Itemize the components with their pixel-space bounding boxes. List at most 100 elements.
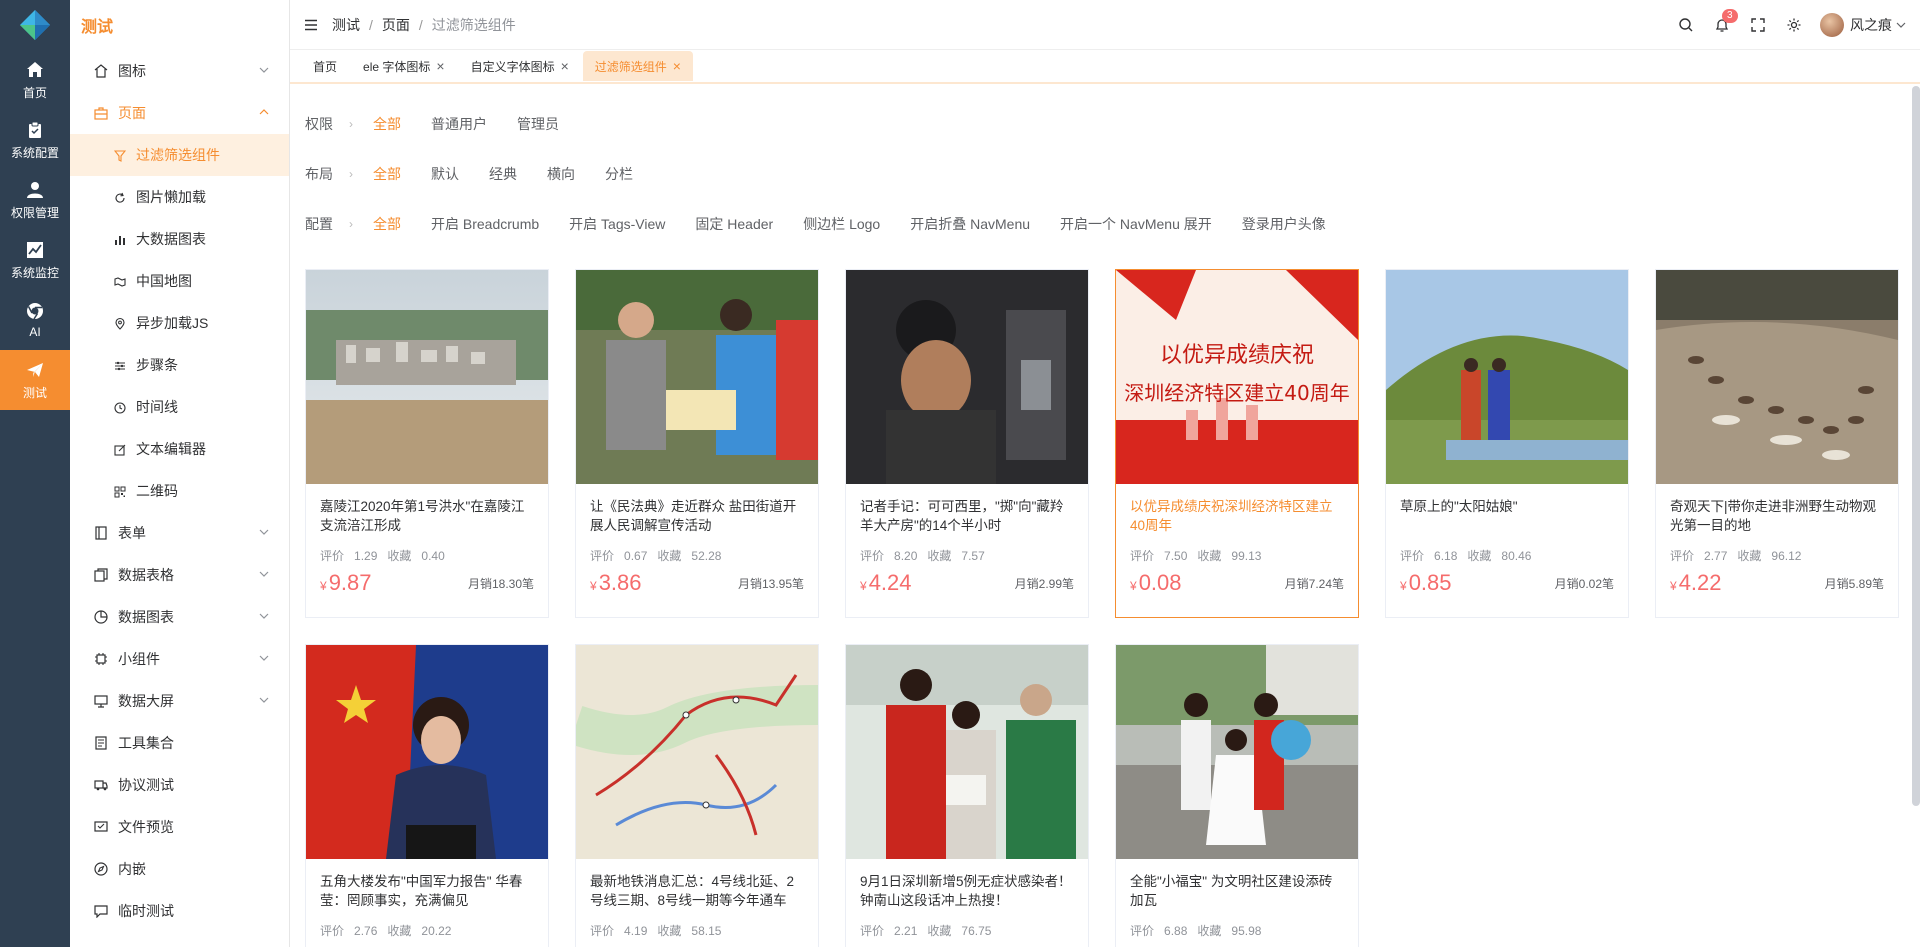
breadcrumb-item[interactable]: 测试 [332, 15, 360, 35]
filter-option[interactable]: 分栏 [605, 164, 633, 184]
menu-toggle-icon[interactable] [304, 18, 318, 32]
menu-item-lazy-image[interactable]: 图片懒加载 [70, 176, 289, 218]
rail-item-system-config[interactable]: 系统配置 [0, 110, 70, 170]
search-icon[interactable] [1678, 17, 1694, 33]
menu-item-label: 页面 [118, 105, 146, 121]
rating-label: 评价 [1400, 549, 1425, 563]
product-card[interactable]: 最新地铁消息汇总：4号线北延、2号线三期、8号线一期等今年通车 评价 4.19 收藏… [575, 644, 819, 947]
card-meta: 评价 0.67 收藏 52.28 [590, 547, 804, 564]
menu-item-pages[interactable]: 页面 [70, 92, 289, 134]
price: ¥0.08 [1130, 570, 1182, 596]
product-card[interactable]: 奇观天下|带你走进非洲野生动物观光第一目的地 评价 2.77 收藏 96.12 ¥4.… [1655, 269, 1899, 618]
filter-option[interactable]: 侧边栏 Logo [803, 214, 880, 234]
fullscreen-icon[interactable] [1750, 17, 1766, 33]
rail-item-monitor[interactable]: 系统监控 [0, 230, 70, 290]
menu-item-china-map[interactable]: 中国地图 [70, 260, 289, 302]
filter-option[interactable]: 开启一个 NavMenu 展开 [1060, 214, 1212, 234]
price: ¥4.22 [1670, 570, 1722, 596]
menu-item-embed[interactable]: 内嵌 [70, 848, 289, 890]
app-logo[interactable] [0, 0, 70, 50]
location-icon [114, 317, 126, 330]
filter-option[interactable]: 全部 [373, 114, 401, 134]
filter-option[interactable]: 默认 [431, 164, 459, 184]
chevron-down-icon [259, 571, 269, 577]
menu-item-form[interactable]: 表单 [70, 512, 289, 554]
price-value: 9.87 [328, 570, 372, 595]
menu-item-label: 过滤筛选组件 [136, 147, 220, 163]
menu-item-file-preview[interactable]: 文件预览 [70, 806, 289, 848]
menu-item-temp-test[interactable]: 临时测试 [70, 890, 289, 932]
menu-item-data-table[interactable]: 数据表格 [70, 554, 289, 596]
product-card[interactable]: 记者手记：可可西里，"掷"向"藏羚羊大产房"的14个半小时 评价 8.20 收藏 7.… [845, 269, 1089, 618]
qrcode-icon [114, 485, 126, 498]
product-card[interactable]: 草原上的"太阳姑娘" 评价 6.18 收藏 80.46 ¥0.85 月销0.02笔 [1385, 269, 1629, 618]
breadcrumb-item[interactable]: 页面 [382, 15, 410, 35]
menu-item-data-screen[interactable]: 数据大屏 [70, 680, 289, 722]
vertical-scrollbar[interactable] [1912, 86, 1920, 806]
menu-item-big-data-chart[interactable]: 大数据图表 [70, 218, 289, 260]
filter-option[interactable]: 开启 Breadcrumb [431, 214, 539, 234]
rail-item-ai[interactable]: AI [0, 290, 70, 350]
filter-option[interactable]: 全部 [373, 214, 401, 234]
filter-option[interactable]: 经典 [489, 164, 517, 184]
filter-option[interactable]: 固定 Header [695, 214, 773, 234]
close-icon[interactable]: × [561, 58, 569, 74]
user-menu[interactable]: 风之痕 [1820, 13, 1906, 37]
price: ¥9.87 [320, 570, 372, 596]
filter-label: 配置 [305, 216, 333, 232]
filter-option[interactable]: 开启 Tags-View [569, 214, 665, 234]
chevron-right-icon: › [349, 217, 353, 231]
product-card[interactable]: 9月1日深圳新增5例无症状感染者！钟南山这段话冲上热搜！ 评价 2.21 收藏 76.… [845, 644, 1089, 947]
currency-symbol: ¥ [590, 579, 597, 593]
tab-custom-font-icon[interactable]: 自定义字体图标 × [459, 51, 581, 81]
filter-option[interactable]: 登录用户头像 [1242, 214, 1326, 234]
menu-item-label: 中国地图 [136, 273, 192, 289]
tab-ele-font-icon[interactable]: ele 字体图标 × [351, 51, 457, 81]
rail-item-home[interactable]: 首页 [0, 50, 70, 110]
filter-icon [114, 149, 126, 162]
product-card[interactable]: 嘉陵江2020年第1号洪水"在嘉陵江支流涪江形成 评价 1.29 收藏 0.40 ¥9… [305, 269, 549, 618]
collect-value: 58.15 [691, 924, 722, 938]
menu-item-async-js[interactable]: 异步加载JS [70, 302, 289, 344]
menu-item-label: 协议测试 [118, 777, 174, 793]
menu-item-tools[interactable]: 工具集合 [70, 722, 289, 764]
tab-home[interactable]: 首页 [301, 51, 349, 81]
filter-option[interactable]: 横向 [547, 164, 575, 184]
menu-item-protocol-test[interactable]: 协议测试 [70, 764, 289, 806]
product-card[interactable]: 全能"小福宝" 为文明社区建设添砖加瓦 评价 6.88 收藏 95.98 [1115, 644, 1359, 947]
monthly-sales: 月销18.30笔 [467, 577, 534, 591]
product-card[interactable]: 五角大楼发布"中国军力报告" 华春莹：罔顾事实，充满偏见 评价 2.76 收藏 20.… [305, 644, 549, 947]
rail-label: 系统监控 [10, 265, 59, 280]
card-title: 以优异成绩庆祝深圳经济特区建立40周年 [1130, 499, 1333, 533]
product-card[interactable]: 让《民法典》走近群众 盐田街道开展人民调解宣传活动 评价 0.67 收藏 52.28 … [575, 269, 819, 618]
menu-item-icons[interactable]: 图标 [70, 50, 289, 92]
filter-option[interactable]: 全部 [373, 164, 401, 184]
header-actions: 3 风之痕 [1668, 0, 1920, 50]
menu-item-qrcode[interactable]: 二维码 [70, 470, 289, 512]
close-icon[interactable]: × [673, 58, 681, 74]
menu-item-data-chart[interactable]: 数据图表 [70, 596, 289, 638]
collect-label: 收藏 [387, 549, 412, 563]
rail-label: 首页 [22, 85, 47, 100]
tab-filter-component[interactable]: 过滤筛选组件 × [582, 51, 693, 81]
close-icon[interactable]: × [436, 58, 444, 74]
menu-item-filter-component[interactable]: 过滤筛选组件 [70, 134, 289, 176]
product-card[interactable]: 以优异成绩庆祝 深圳经济特区建立40周年 以优异成绩庆祝深圳经济特区建立40周年 … [1115, 269, 1359, 618]
filter-option[interactable]: 管理员 [517, 114, 559, 134]
briefcase-icon [94, 106, 108, 120]
menu-item-text-editor[interactable]: 文本编辑器 [70, 428, 289, 470]
menu-item-timeline[interactable]: 时间线 [70, 386, 289, 428]
collect-value: 0.40 [421, 549, 445, 563]
rail-item-permissions[interactable]: 权限管理 [0, 170, 70, 230]
gear-icon[interactable] [1786, 17, 1802, 33]
menu-item-steps[interactable]: 步骤条 [70, 344, 289, 386]
card-image [306, 645, 548, 859]
filter-option[interactable]: 普通用户 [431, 114, 487, 134]
rail-item-test[interactable]: 测试 [0, 350, 70, 410]
filter-label: 权限 [305, 116, 333, 132]
menu-item-widgets[interactable]: 小组件 [70, 638, 289, 680]
menu-item-label: 数据图表 [118, 609, 174, 625]
filter-option[interactable]: 开启折叠 NavMenu [910, 214, 1030, 234]
card-meta: 评价 4.19 收藏 58.15 [590, 922, 804, 939]
notification-button[interactable]: 3 [1714, 9, 1738, 33]
